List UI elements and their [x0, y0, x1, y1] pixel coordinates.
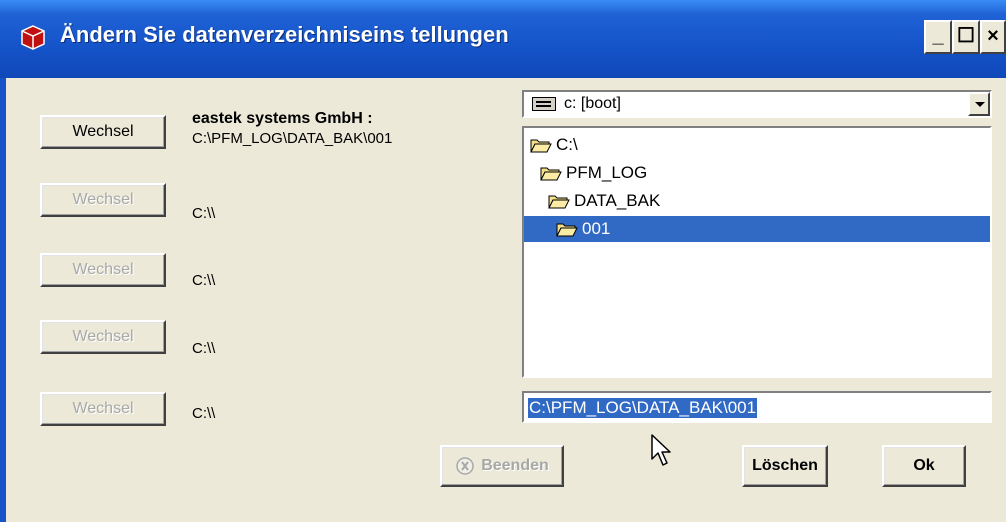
folder-open-icon [540, 167, 562, 181]
tree-item-label: PFM_LOG [566, 163, 648, 182]
company-heading: eastek systems GmbH : [192, 110, 373, 127]
tree-item-label: C:\ [556, 135, 578, 154]
folder-open-icon [530, 139, 552, 153]
drive-select-value: c: [boot] [564, 95, 621, 112]
exit-icon [456, 457, 474, 475]
loeschen-button[interactable]: Löschen [742, 445, 828, 487]
minimize-button[interactable]: _ [924, 20, 952, 54]
tree-item-label: 001 [582, 219, 611, 238]
path-label-2: C:\\ [192, 205, 216, 222]
path-input-value: C:\PFM_LOG\DATA_BAK\001 [528, 398, 758, 418]
path-label-1: C:\PFM_LOG\DATA_BAK\001 [192, 130, 393, 147]
chevron-down-icon[interactable] [968, 92, 990, 116]
drive-icon [532, 97, 556, 111]
wechsel-button-5[interactable]: Wechsel [40, 392, 166, 426]
app-icon [21, 25, 45, 50]
wechsel-button-3[interactable]: Wechsel [40, 253, 166, 287]
tree-item-pfm-log[interactable]: PFM_LOG [540, 160, 647, 186]
path-label-5: C:\\ [192, 405, 216, 422]
title-bar[interactable]: Ändern Sie datenverzeichniseins tellunge… [0, 0, 1006, 78]
tree-item-label: DATA_BAK [574, 191, 661, 210]
window-border [0, 78, 6, 522]
wechsel-button-4[interactable]: Wechsel [40, 320, 166, 354]
window-title: Ändern Sie datenverzeichniseins tellunge… [60, 22, 509, 47]
tree-item-001[interactable]: 001 [524, 216, 990, 242]
drive-select[interactable]: c: [boot] [522, 90, 992, 118]
tree-item-root[interactable]: C:\ [530, 132, 578, 158]
path-label-3: C:\\ [192, 272, 216, 289]
mouse-cursor-icon [651, 434, 671, 466]
folder-open-icon [556, 223, 578, 237]
tree-item-data-bak[interactable]: DATA_BAK [548, 188, 660, 214]
folder-tree[interactable]: C:\ PFM_LOG DATA_BAK 001 [522, 126, 992, 378]
folder-open-icon [548, 195, 570, 209]
wechsel-button-2[interactable]: Wechsel [40, 183, 166, 217]
path-input[interactable]: C:\PFM_LOG\DATA_BAK\001 [522, 391, 992, 423]
maximize-button[interactable]: ☐ [952, 20, 980, 54]
wechsel-button-1[interactable]: Wechsel [40, 115, 166, 149]
beenden-label: Beenden [481, 457, 549, 474]
path-label-4: C:\\ [192, 340, 216, 357]
close-button[interactable]: × [980, 20, 1006, 54]
ok-button[interactable]: Ok [882, 445, 966, 487]
beenden-button[interactable]: Beenden [440, 445, 564, 487]
